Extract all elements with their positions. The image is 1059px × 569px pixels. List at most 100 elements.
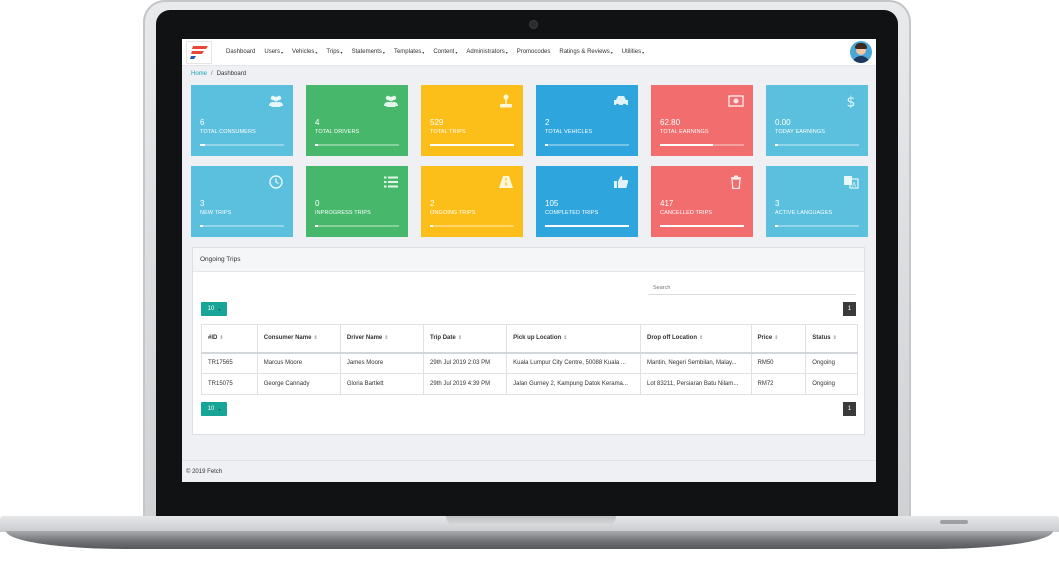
brand-logo[interactable] [186,40,212,64]
road-icon [498,175,514,189]
avatar[interactable] [850,41,872,63]
tile-value: 62.80 [660,118,681,127]
tile-progress [200,225,284,227]
sort-icon: ⇕ [219,335,224,342]
stat-tile-ongoing-trips[interactable]: 2 Ongoing Trips [421,166,523,237]
stat-tile-cancelled-trips[interactable]: 417 Cancelled Trips [651,166,753,237]
tile-label: Total Trips [430,129,466,135]
nav-item-trips[interactable]: Trips ▾ [326,49,342,55]
tile-value: 3 [775,199,780,208]
sort-icon: ⇕ [457,335,462,342]
pagination-page-top[interactable]: 1 [843,302,856,316]
column-header-driver-name[interactable]: Driver Name ⇕ [339,324,425,354]
per-page-dropdown-top[interactable]: 10 ▾ [201,302,227,316]
tile-progress [545,225,629,227]
table-cell: Ongoing [805,373,858,395]
breadcrumb-separator: / [211,71,213,77]
tile-value: 529 [430,118,444,127]
stat-tile-total-vehicles[interactable]: 2 Total Vehicles [536,85,638,156]
nav-item-content[interactable]: Content ▾ [433,49,457,55]
column-header-id[interactable]: #ID ⇕ [201,324,258,354]
tile-progress [660,144,744,146]
breadcrumb-home[interactable]: Home [191,71,207,77]
tile-label: Total Vehicles [545,129,593,135]
tile-label: Active Languages [775,210,833,216]
tile-progress [775,225,859,227]
ongoing-trips-card: Ongoing Trips 10▾ 1 #ID⇕Consumer Name⇕Dr… [192,247,865,435]
logo-icon [190,45,208,59]
table-cell: TR17565 [201,352,258,374]
stat-tile-total-trips[interactable]: 529 Total Trips [421,85,523,156]
chevron-down-icon: ▾ [382,49,385,55]
tile-value: 6 [200,118,205,127]
chevron-down-icon: ▾ [281,49,284,55]
column-header-price[interactable]: Price ⇕ [750,324,807,354]
dollar-icon: $ [843,94,859,111]
table-cell: Kuala Lumpur City Centre, 50088 Kuala ..… [506,352,641,374]
nav-item-promocodes[interactable]: Promocodes [517,49,551,55]
nav-item-statements[interactable]: Statements ▾ [352,49,385,55]
tile-value: 0.00 [775,118,791,127]
stat-tile-today-earnings[interactable]: $0.00 Today Earnings [766,85,868,156]
nav-item-dashboard[interactable]: Dashboard [226,49,255,55]
column-header-consumer-name[interactable]: Consumer Name ⇕ [256,324,341,354]
sort-icon: ⇕ [832,335,837,342]
nav-item-ratings-reviews[interactable]: Ratings & Reviews ▾ [559,49,612,55]
sort-icon: ⇕ [384,335,389,342]
top-navbar: Dashboard Users ▾ Vehicles ▾ Trips ▾ Statements… [182,39,876,66]
tile-progress [775,144,859,146]
tile-progress [430,225,514,227]
chevron-down-icon: ▾ [455,49,458,55]
tile-label: Today Earnings [775,129,825,135]
stat-tile-total-consumers[interactable]: 6 Total Consumers [191,85,293,156]
breadcrumb: Home / Dashboard [191,71,246,77]
chevron-down-icon: ▾ [610,49,613,55]
stat-tile-new-trips[interactable]: 3 New Trips [191,166,293,237]
column-header-drop-off-location[interactable]: Drop off Location ⇕ [640,324,752,354]
tile-value: 0 [315,199,320,208]
table-cell: James Moore [339,352,425,374]
table-row[interactable]: TR15075 George Cannady Gloria Bartlett 29th… [201,373,858,395]
tile-label: Ongoing Trips [430,210,476,216]
table-body: TR17565 Marcus Moore James Moore 29th Jul 2… [201,352,858,395]
trash-icon [728,175,744,190]
table-cell: George Cannady [256,373,341,395]
sort-icon: ⇕ [563,335,568,342]
thumbs-up-icon [613,175,629,189]
trips-table: #ID ⇕ Consumer Name ⇕ Driver Name ⇕ Trip Date ⇕… [201,324,858,395]
chevron-down-icon: ▾ [340,49,343,55]
table-cell: Marcus Moore [256,352,341,374]
chevron-down-icon: ▾ [505,49,508,55]
table-row[interactable]: TR17565 Marcus Moore James Moore 29th Jul 2… [201,352,858,374]
table-cell: 29th Jul 2019 4:39 PM [423,373,508,395]
column-header-trip-date[interactable]: Trip Date ⇕ [423,324,508,354]
tile-value: 105 [545,199,559,208]
nav-item-templates[interactable]: Templates ▾ [394,49,424,55]
nav-menu: Dashboard Users ▾ Vehicles ▾ Trips ▾ Statements… [226,49,653,55]
tile-progress [545,144,629,146]
tile-label: Inprogress Trips [315,210,371,216]
tile-value: 3 [200,199,205,208]
per-page-dropdown-bottom[interactable]: 10 ▾ [201,402,227,416]
stat-tile-completed-trips[interactable]: 105 Completed Trips [536,166,638,237]
nav-item-users[interactable]: Users ▾ [264,49,283,55]
stat-tile-total-earnings[interactable]: 62.80 Total Earnings [651,85,753,156]
nav-item-administrators[interactable]: Administrators ▾ [466,49,507,55]
stat-tile-inprogress-trips[interactable]: 0 Inprogress Trips [306,166,408,237]
search-input[interactable] [648,281,856,295]
stat-tile-active-languages[interactable]: A 3 Active Languages [766,166,868,237]
nav-item-vehicles[interactable]: Vehicles ▾ [292,49,317,55]
tile-progress [200,144,284,146]
tile-label: Total Consumers [200,129,256,135]
column-header-status[interactable]: Status ⇕ [805,324,858,354]
power-indicator [940,520,968,524]
table-cell: Mantin, Negeri Sembilan, Malay... [640,352,752,374]
pagination-page-bottom[interactable]: 1 [843,402,856,416]
nav-item-utilities[interactable]: Utilities ▾ [622,49,644,55]
column-header-pick-up-location[interactable]: Pick up Location ⇕ [506,324,641,354]
stat-tile-total-drivers[interactable]: 4 Total Drivers [306,85,408,156]
tile-label: Total Earnings [660,129,709,135]
laptop-base-shadow [6,531,1053,549]
chevron-down-icon: ▾ [642,49,645,55]
breadcrumb-current: Dashboard [216,71,247,77]
